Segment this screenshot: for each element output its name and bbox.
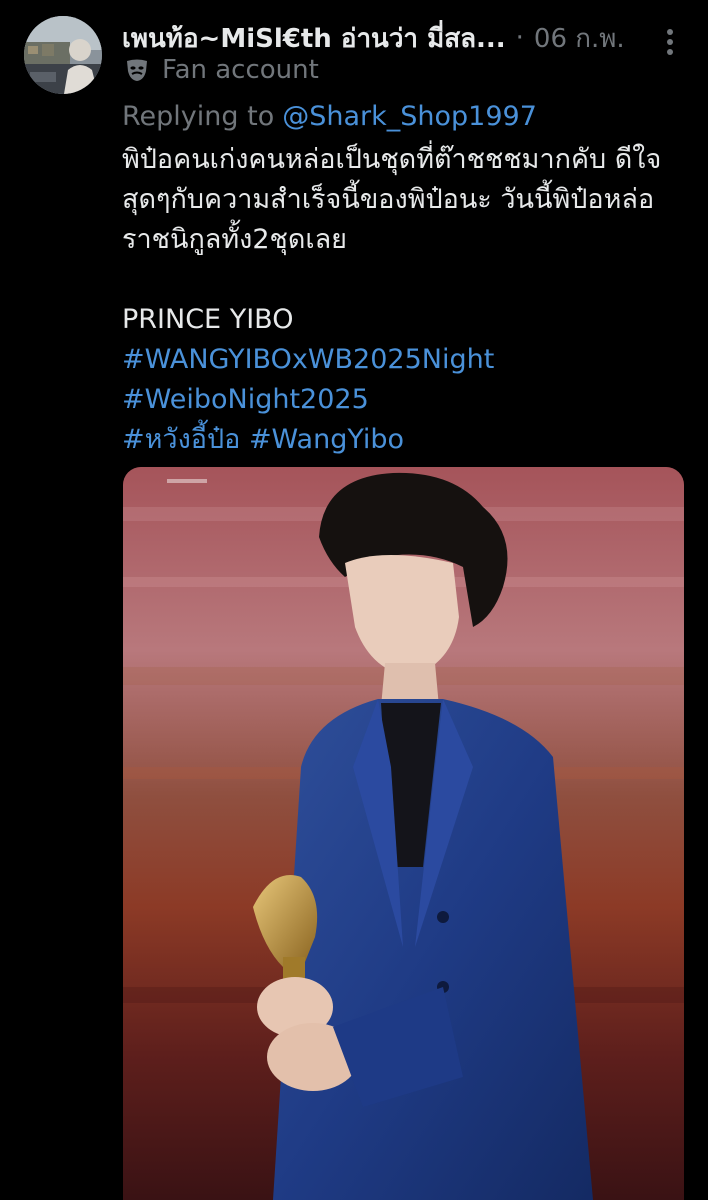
tweet-text-line: พิป๋อคนเก่งคนหล่อเป็นชุดที่ต๊าชชชมากคับ … <box>122 144 662 175</box>
replying-to-mention[interactable]: @Shark_Shop1997 <box>282 101 537 132</box>
tweet-text: พิป๋อคนเก่งคนหล่อเป็นชุดที่ต๊าชชชมากคับ … <box>122 140 690 460</box>
account-label: Fan account <box>122 52 319 88</box>
more-vertical-icon[interactable] <box>652 24 688 60</box>
separator-dot: · <box>515 23 524 53</box>
hashtag-link[interactable]: #WangYibo <box>249 424 404 455</box>
tweet-text-line <box>122 260 690 300</box>
account-label-text: Fan account <box>162 55 319 85</box>
tweet-photo[interactable] <box>123 467 684 1200</box>
tweet-text-line: ราชนิกูลทั้ง2ชุดเลย <box>122 224 347 255</box>
replying-to: Replying to @Shark_Shop1997 <box>122 96 537 136</box>
tweet-text-line: สุดๆกับความสำเร็จนี้ของพิป๋อนะ วันนี้พิป… <box>122 184 655 215</box>
avatar[interactable] <box>24 16 102 94</box>
theater-masks-icon <box>122 55 152 85</box>
replying-to-prefix: Replying to <box>122 100 275 132</box>
photo-image <box>123 467 684 1200</box>
hashtag-link[interactable]: #หวังอี้ป๋อ <box>122 424 240 455</box>
tweet-date[interactable]: 06 ก.พ. <box>534 18 625 59</box>
avatar-image <box>24 16 102 94</box>
tweet-text-line: PRINCE YIBO <box>122 304 294 335</box>
hashtag-link[interactable]: #WeiboNight2025 <box>122 384 369 415</box>
hashtag-link[interactable]: #WANGYIBOxWB2025Night <box>122 344 494 375</box>
